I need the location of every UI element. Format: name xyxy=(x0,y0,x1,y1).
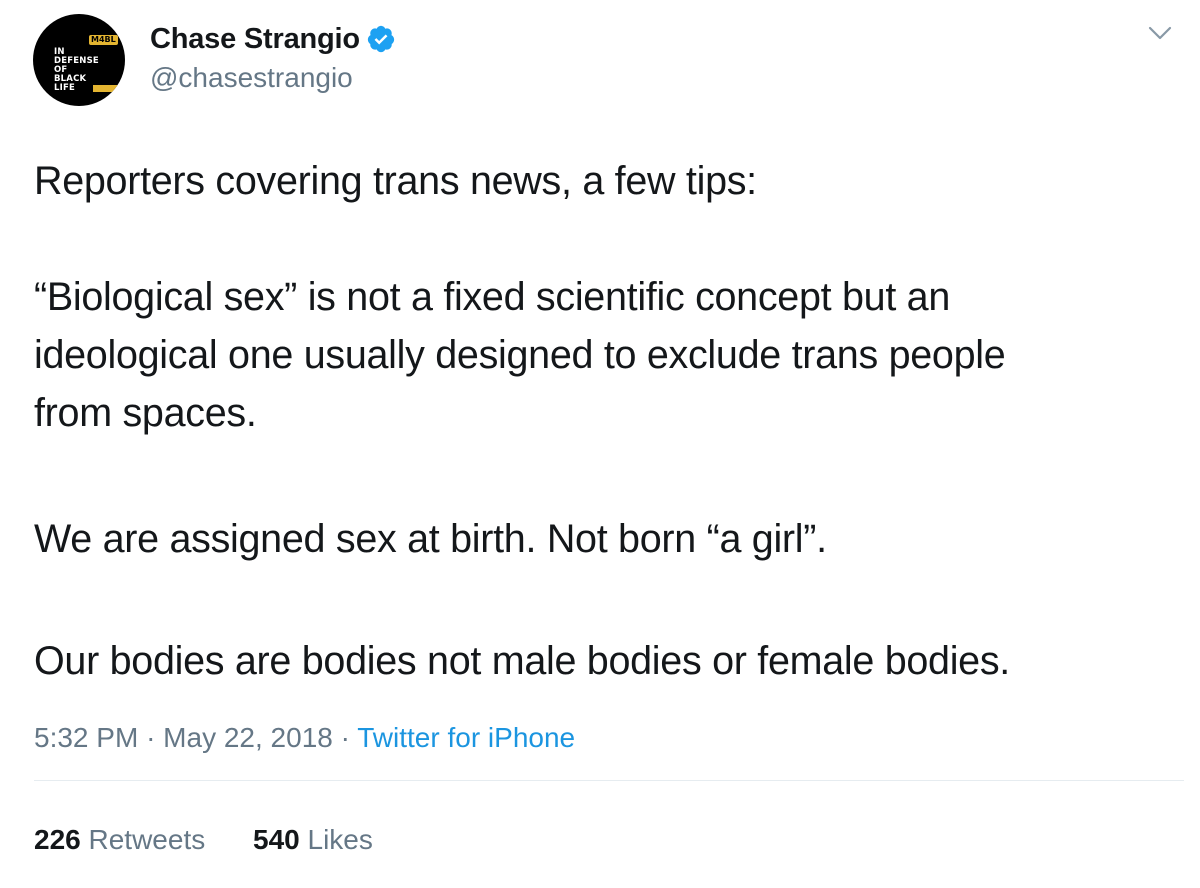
tweet-meta: 5:32 PM · May 22, 2018 · Twitter for iPh… xyxy=(34,722,575,754)
tweet-stats: 226 Retweets 540 Likes xyxy=(34,824,373,856)
tweet-text-line: We are assigned sex at birth. Not born “… xyxy=(34,517,827,561)
tweet-date[interactable]: May 22, 2018 xyxy=(163,722,333,753)
retweets-stat[interactable]: 226 Retweets xyxy=(34,824,213,855)
tweet: M4BL IN DEFENSE OF BLACK LIFE Chase Stra… xyxy=(0,0,1200,888)
likes-stat[interactable]: 540 Likes xyxy=(253,824,373,855)
meta-separator: · xyxy=(340,722,350,753)
retweets-count: 226 xyxy=(34,824,81,855)
tweet-text-line: Reporters covering trans news, a few tip… xyxy=(34,159,757,203)
divider xyxy=(34,780,1184,781)
user-handle[interactable]: @chasestrangio xyxy=(150,62,353,94)
likes-label: Likes xyxy=(307,824,373,855)
tweet-text-line: ideological one usually designed to excl… xyxy=(34,333,1006,377)
likes-count: 540 xyxy=(253,824,300,855)
verified-badge-icon xyxy=(367,25,395,53)
tweet-text-line: Our bodies are bodies not male bodies or… xyxy=(34,639,1010,683)
avatar[interactable]: M4BL IN DEFENSE OF BLACK LIFE xyxy=(33,14,125,106)
avatar-bar xyxy=(93,85,119,92)
meta-separator: · xyxy=(146,722,156,753)
tweet-text-line: from spaces. xyxy=(34,391,257,435)
tweet-time[interactable]: 5:32 PM xyxy=(34,722,138,753)
retweets-label: Retweets xyxy=(88,824,206,855)
avatar-text-line: LIFE xyxy=(54,83,75,93)
user-name-row[interactable]: Chase Strangio xyxy=(150,20,396,58)
avatar-badge: M4BL xyxy=(89,35,118,45)
display-name[interactable]: Chase Strangio xyxy=(150,23,360,56)
chevron-down-icon[interactable] xyxy=(1147,24,1173,42)
tweet-text-line: “Biological sex” is not a fixed scientif… xyxy=(34,275,951,319)
tweet-source-link[interactable]: Twitter for iPhone xyxy=(357,722,575,753)
